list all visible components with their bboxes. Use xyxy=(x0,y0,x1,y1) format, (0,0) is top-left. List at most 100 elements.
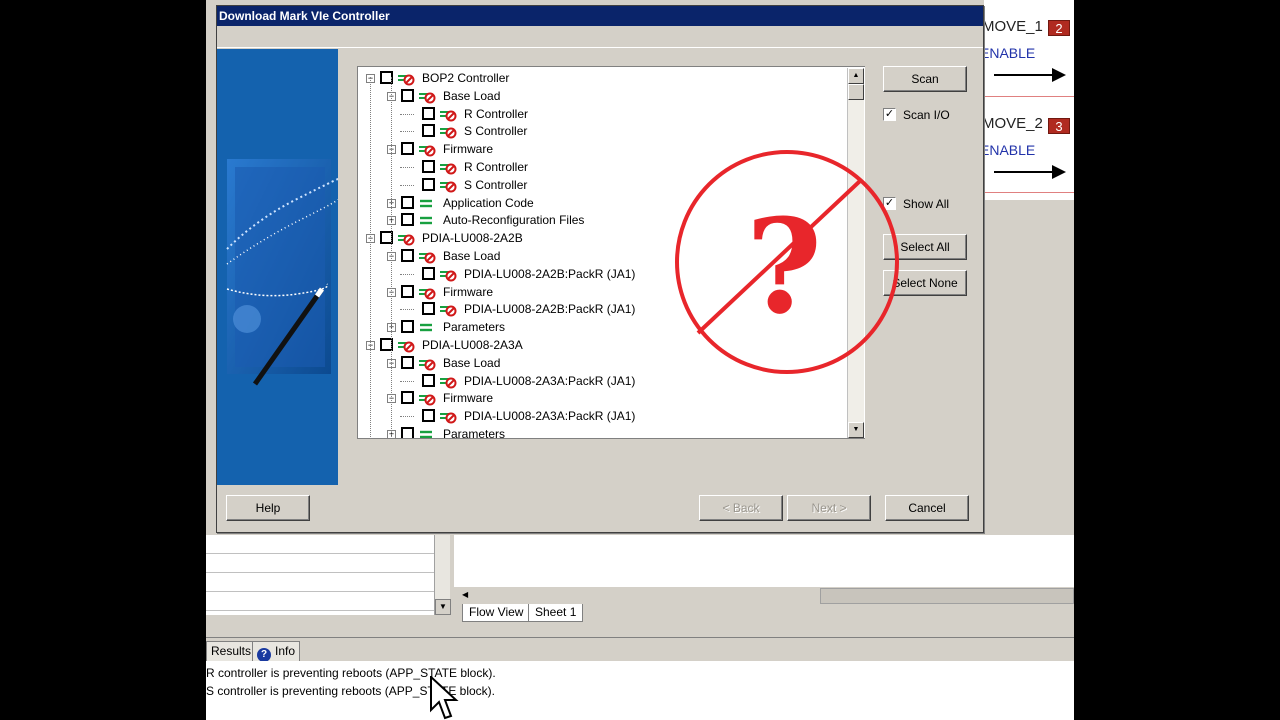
tree-node[interactable]: − BOP2 Controller xyxy=(358,69,838,87)
tree-node-checkbox[interactable] xyxy=(401,320,414,334)
output-log: R controller is preventing reboots (APP_… xyxy=(206,661,1074,720)
tree-connector xyxy=(400,380,414,382)
tree-node-checkbox[interactable] xyxy=(422,266,435,280)
tree-node-label: R Controller xyxy=(464,106,529,121)
download-blocked-icon xyxy=(440,110,457,122)
download-blocked-icon xyxy=(440,181,457,193)
tab-info[interactable]: ? Info xyxy=(252,641,301,662)
magic-wand-icon xyxy=(217,49,338,485)
scan-button[interactable]: Scan xyxy=(883,66,967,92)
tab-results[interactable]: Results xyxy=(206,641,257,661)
info-icon: ? xyxy=(257,648,271,662)
tree-node-label: Auto-Reconfiguration Files xyxy=(443,213,585,228)
download-blocked-icon xyxy=(440,270,457,282)
tree-node-checkbox[interactable] xyxy=(401,355,414,369)
cancel-button[interactable]: Cancel xyxy=(885,495,969,521)
tree-node-checkbox[interactable] xyxy=(422,373,435,387)
tree-node-checkbox[interactable] xyxy=(401,142,414,156)
tree-node-label: R Controller xyxy=(464,160,529,174)
download-blocked-icon xyxy=(440,305,457,317)
tree-node-checkbox[interactable] xyxy=(401,427,414,438)
scroll-thumb[interactable] xyxy=(848,84,864,100)
tree-node-label: PDIA-LU008-2A2B:PackR (JA1) xyxy=(464,302,636,317)
tree-node-checkbox[interactable] xyxy=(422,302,435,316)
tree-connector xyxy=(400,113,414,115)
tree-node-checkbox[interactable] xyxy=(422,124,435,138)
tree-connector xyxy=(400,131,414,133)
tab-scroll-left-icon[interactable]: ◀ xyxy=(462,590,468,599)
divider xyxy=(984,96,1074,97)
output-tab-bar: Results ? Info xyxy=(206,637,1074,662)
up-to-date-icon xyxy=(420,323,432,332)
scroll-down-arrow-icon[interactable]: ▼ xyxy=(848,422,864,438)
tab-flow-view[interactable]: Flow View xyxy=(462,604,531,622)
tree-node-checkbox[interactable] xyxy=(401,88,414,102)
show-all-label: Show All xyxy=(903,197,950,211)
download-blocked-icon xyxy=(419,394,436,406)
tree-node[interactable]: − Base Load xyxy=(358,87,838,105)
download-blocked-icon xyxy=(440,377,457,389)
tree-node[interactable]: + Parameters xyxy=(358,425,838,438)
screen: MOVE_1 2 ENABLE MOVE_2 3 ENABLE ▼ ◀ Flow… xyxy=(206,0,1074,720)
tree-node-label: PDIA-LU008-2A3A:PackR (JA1) xyxy=(464,409,636,424)
download-blocked-icon xyxy=(440,163,457,175)
list-item[interactable] xyxy=(206,592,436,611)
scan-io-label: Scan I/O xyxy=(903,108,950,122)
tree-node-checkbox[interactable] xyxy=(401,284,414,298)
tree-node[interactable]: − Firmware xyxy=(358,389,838,407)
tree-node-label: Firmware xyxy=(443,284,493,299)
diagram-canvas: MOVE_1 2 ENABLE MOVE_2 3 ENABLE xyxy=(980,0,1074,200)
arrow-icon xyxy=(994,165,1066,179)
tree-node-label: Firmware xyxy=(443,142,493,157)
download-blocked-icon xyxy=(419,92,436,104)
scroll-down-arrow-icon[interactable]: ▼ xyxy=(435,599,451,615)
tree-connector xyxy=(400,184,414,186)
tree-scrollbar[interactable]: ▼ xyxy=(434,535,451,615)
download-blocked-icon xyxy=(398,341,415,353)
tree-node-checkbox[interactable] xyxy=(422,177,435,191)
list-item[interactable] xyxy=(206,573,436,592)
tree-connector xyxy=(400,273,414,275)
tree-connector xyxy=(400,309,414,311)
tree-node[interactable]: R Controller xyxy=(358,105,838,123)
tree-node[interactable]: PDIA-LU008-2A3A:PackR (JA1) xyxy=(358,407,838,425)
list-item[interactable] xyxy=(206,535,436,554)
download-blocked-icon xyxy=(398,234,415,246)
tree-node-checkbox[interactable] xyxy=(422,160,435,173)
tree-node-checkbox[interactable] xyxy=(422,409,435,423)
scroll-up-arrow-icon[interactable]: ▲ xyxy=(848,68,864,84)
tree-node-checkbox[interactable] xyxy=(401,391,414,405)
tree-guide-line xyxy=(391,77,392,438)
tree-node-label: Parameters xyxy=(443,320,506,335)
tab-sheet-1[interactable]: Sheet 1 xyxy=(528,604,584,622)
block-label-move-2: MOVE_2 xyxy=(982,115,1043,132)
tree-node-label: PDIA-LU008-2A2B xyxy=(422,231,523,246)
block-label-move-1: MOVE_1 xyxy=(982,18,1043,35)
dialog-title[interactable]: Download Mark VIe Controller xyxy=(217,6,983,26)
tree-guide-line xyxy=(370,77,371,438)
download-blocked-icon xyxy=(419,252,436,264)
tree-node-checkbox[interactable] xyxy=(422,106,435,120)
download-blocked-icon xyxy=(440,127,457,139)
tree-node-label: Firmware xyxy=(443,391,493,406)
scan-io-checkbox[interactable]: ✓ Scan I/O xyxy=(883,107,973,123)
back-button[interactable]: < Back xyxy=(699,495,783,521)
tree-node[interactable]: S Controller xyxy=(358,122,838,140)
tree-node-checkbox[interactable] xyxy=(401,213,414,227)
tree-node-checkbox[interactable] xyxy=(401,249,414,262)
tree-node-label: BOP2 Controller xyxy=(422,71,510,85)
tab-info-label: Info xyxy=(275,644,296,658)
list-item[interactable] xyxy=(206,554,436,573)
tree-node-label: Base Load xyxy=(443,249,501,263)
tree-node-checkbox[interactable] xyxy=(401,195,414,209)
pin-label-enable-2: ENABLE xyxy=(980,142,1036,158)
tree-node-label: S Controller xyxy=(464,177,528,192)
checkbox-checked-icon[interactable]: ✓ xyxy=(883,108,896,121)
help-button[interactable]: Help xyxy=(226,495,310,521)
up-to-date-icon xyxy=(420,217,432,225)
next-button[interactable]: Next > xyxy=(787,495,871,521)
horizontal-scrollbar[interactable] xyxy=(820,588,1074,604)
download-blocked-icon xyxy=(398,74,415,86)
workspace-pane xyxy=(454,535,1074,587)
tree-node-label: PDIA-LU008-2A3A:PackR (JA1) xyxy=(464,373,636,388)
